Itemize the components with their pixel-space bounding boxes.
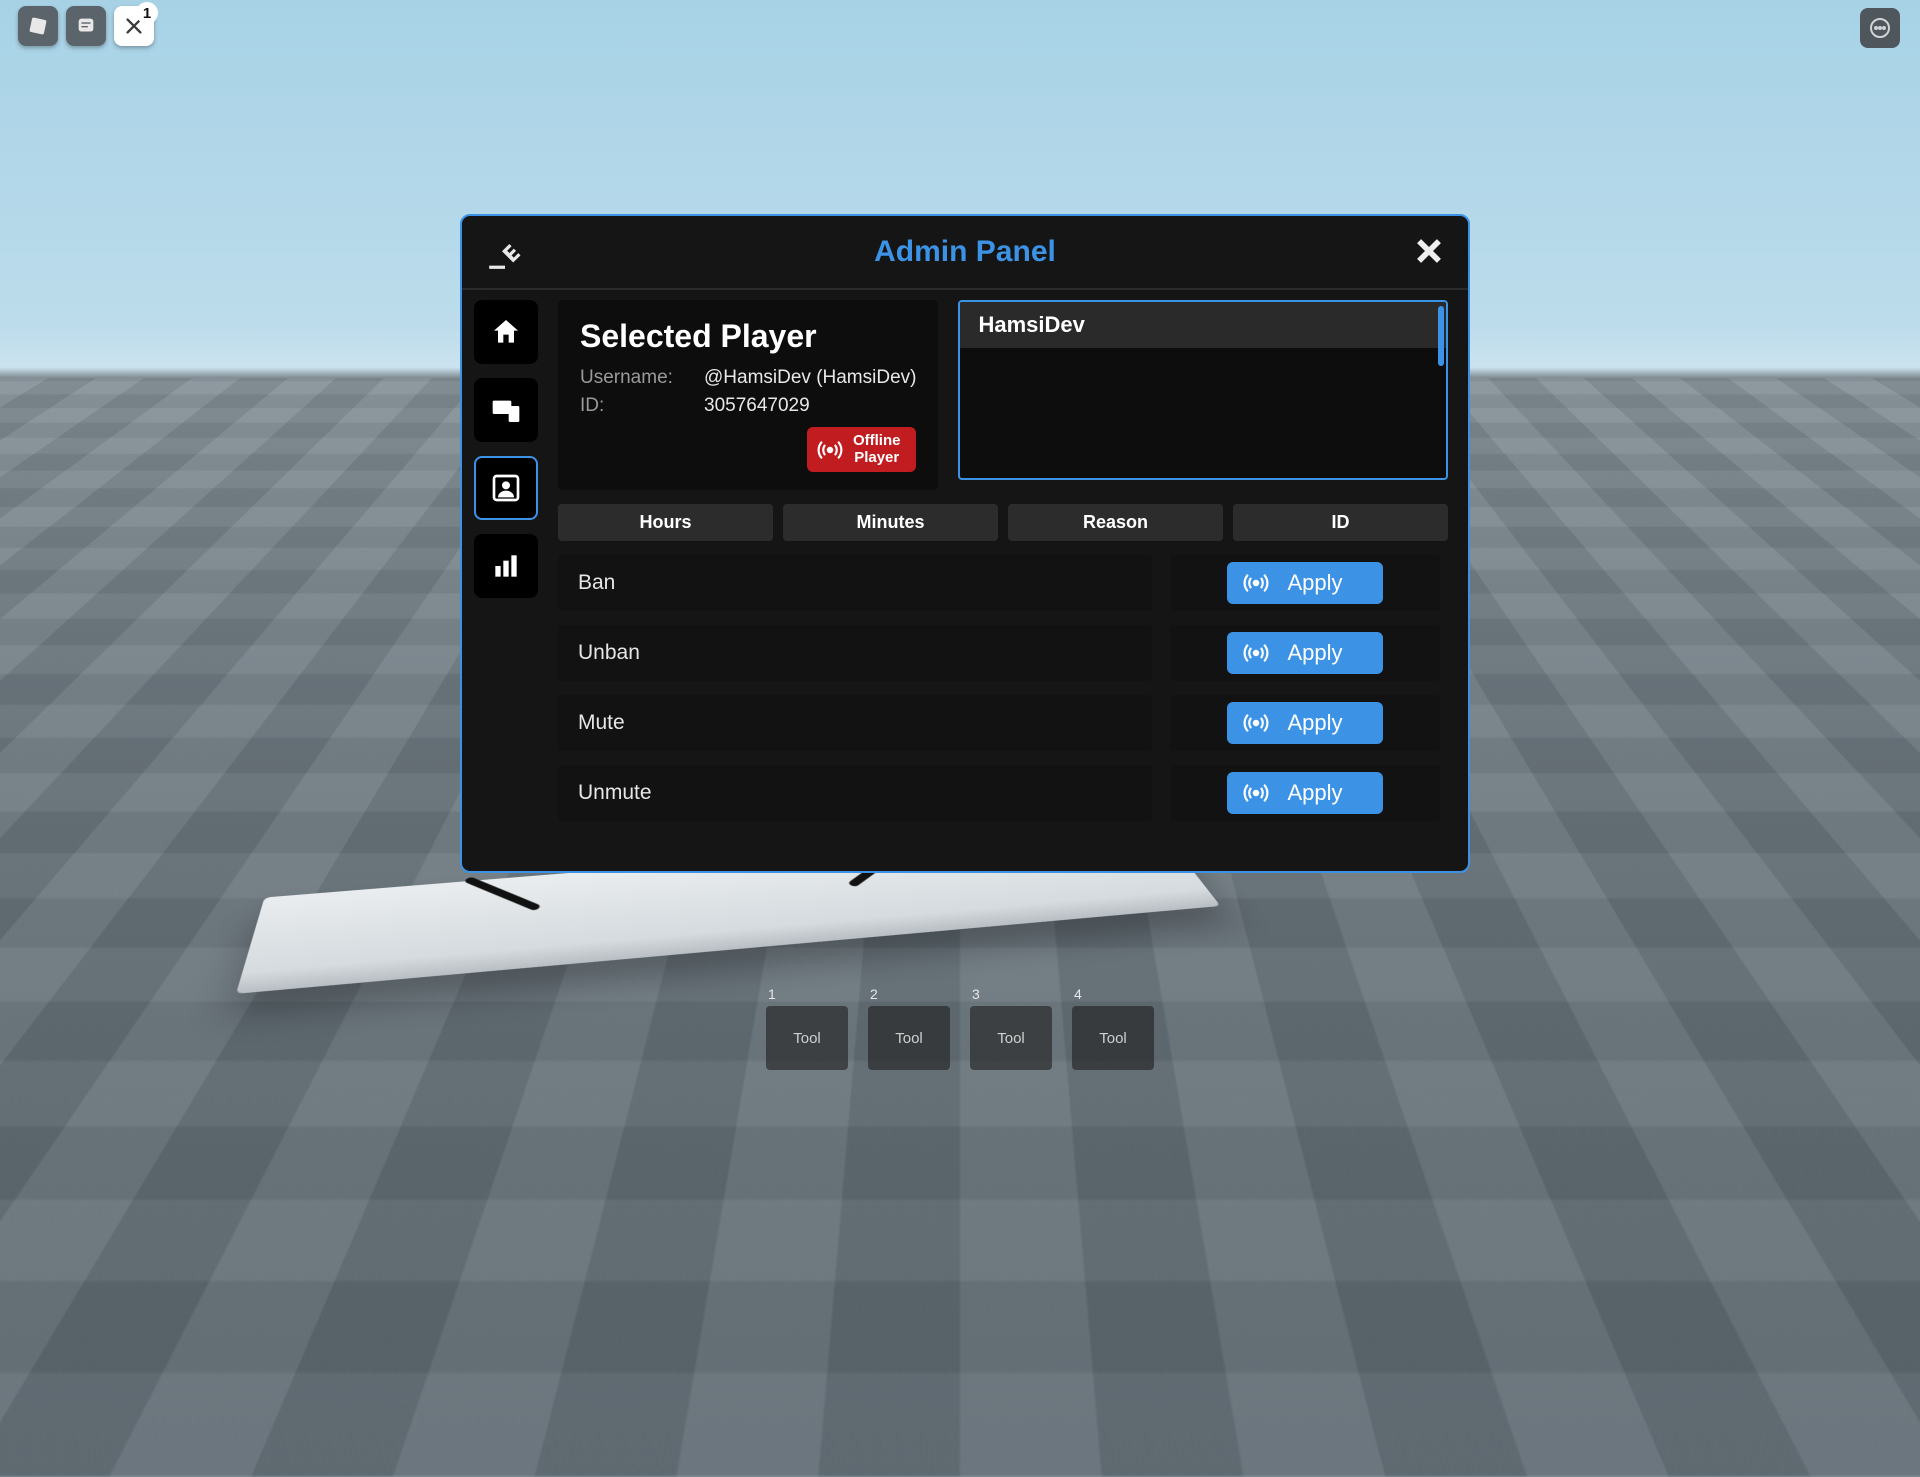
broadcast-icon <box>1243 780 1269 806</box>
action-row-unmute: Unmute Apply <box>558 765 1440 821</box>
broadcast-icon <box>1243 640 1269 666</box>
broadcast-icon <box>817 437 843 463</box>
bar-chart-icon <box>490 550 522 582</box>
action-row-mute: Mute Apply <box>558 695 1440 751</box>
gavel-icon <box>486 234 524 277</box>
roblox-topbar: 1 <box>18 6 154 46</box>
username-label: Username: <box>580 367 680 389</box>
action-row-ban: Ban Apply <box>558 555 1440 611</box>
offline-line1: Offline <box>853 433 901 450</box>
minutes-field[interactable]: Minutes <box>783 504 998 541</box>
tools-badge: 1 <box>136 2 158 24</box>
broadcast-icon <box>1243 570 1269 596</box>
panel-main: Selected Player Username: @HamsiDev (Ham… <box>550 290 1468 871</box>
input-row: Hours Minutes Reason ID <box>558 504 1448 541</box>
id-value: 3057647029 <box>704 395 810 417</box>
close-icon <box>1412 234 1446 268</box>
devices-icon <box>490 394 522 426</box>
player-list-scrollbar[interactable] <box>1438 306 1444 366</box>
home-icon <box>490 316 522 348</box>
tools-button[interactable]: 1 <box>114 6 154 46</box>
roblox-logo-icon <box>27 15 49 37</box>
id-field[interactable]: ID <box>1233 504 1448 541</box>
hotbar-slot-1[interactable]: 1 Tool <box>766 1006 848 1070</box>
player-list[interactable]: HamsiDev <box>958 300 1448 480</box>
hotbar-slot-2[interactable]: 2 Tool <box>868 1006 950 1070</box>
apply-button-unmute[interactable]: Apply <box>1227 772 1382 814</box>
action-label: Unmute <box>558 765 1152 821</box>
ellipsis-icon <box>1868 16 1892 40</box>
username-value: @HamsiDev (HamsiDev) <box>704 367 916 389</box>
chat-button[interactable] <box>66 6 106 46</box>
hours-field[interactable]: Hours <box>558 504 773 541</box>
nav-devices[interactable] <box>474 378 538 442</box>
action-label: Ban <box>558 555 1152 611</box>
close-button[interactable] <box>1412 234 1446 273</box>
panel-sidebar <box>462 290 550 871</box>
roblox-menu-button[interactable] <box>18 6 58 46</box>
broadcast-icon <box>1243 710 1269 736</box>
action-label: Mute <box>558 695 1152 751</box>
chat-icon <box>75 15 97 37</box>
nav-stats[interactable] <box>474 534 538 598</box>
nav-home[interactable] <box>474 300 538 364</box>
more-menu-button[interactable] <box>1860 8 1900 48</box>
nav-players[interactable] <box>474 456 538 520</box>
apply-button-unban[interactable]: Apply <box>1227 632 1382 674</box>
apply-button-mute[interactable]: Apply <box>1227 702 1382 744</box>
offline-player-button[interactable]: Offline Player <box>807 427 917 472</box>
hotbar-slot-4[interactable]: 4 Tool <box>1072 1006 1154 1070</box>
reason-field[interactable]: Reason <box>1008 504 1223 541</box>
actions-list[interactable]: Ban Apply Unban Apply <box>558 555 1448 861</box>
selected-player-card: Selected Player Username: @HamsiDev (Ham… <box>558 300 938 490</box>
person-card-icon <box>490 472 522 504</box>
action-row-unban: Unban Apply <box>558 625 1440 681</box>
hotbar: 1 Tool 2 Tool 3 Tool 4 Tool <box>766 1006 1154 1070</box>
action-label: Unban <box>558 625 1152 681</box>
hotbar-slot-3[interactable]: 3 Tool <box>970 1006 1052 1070</box>
panel-title: Admin Panel <box>874 235 1056 269</box>
apply-button-ban[interactable]: Apply <box>1227 562 1382 604</box>
selected-player-heading: Selected Player <box>580 318 916 355</box>
player-list-item[interactable]: HamsiDev <box>960 302 1446 348</box>
id-label: ID: <box>580 395 680 417</box>
admin-panel-window: Admin Panel Selected Player <box>460 214 1470 873</box>
panel-header: Admin Panel <box>462 216 1468 290</box>
offline-line2: Player <box>853 450 901 467</box>
